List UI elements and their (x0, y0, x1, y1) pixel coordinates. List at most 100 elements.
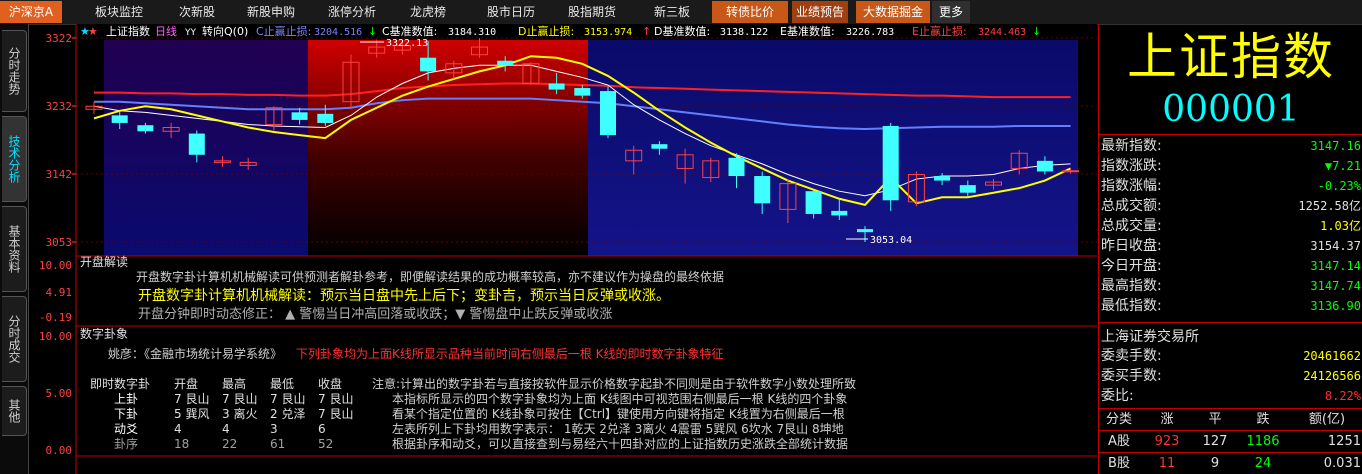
quote-row: 最高指数: 3147.74 (1099, 276, 1362, 296)
menu-item-calendar[interactable]: 股市日历 (476, 1, 546, 23)
gua-cell: 4 (222, 422, 230, 436)
candle-down (137, 125, 154, 132)
menu-item-dragon-tiger[interactable]: 龙虎榜 (396, 1, 460, 23)
tab-fundamentals[interactable]: 基本资料 (2, 206, 27, 292)
divider (1099, 452, 1362, 453)
quote-row: 昨日收盘: 3154.37 (1099, 236, 1362, 256)
top-menu-bar: 沪深京A 板块监控 次新股 新股申购 涨停分析 龙虎榜 股市日历 股指期货 新三… (0, 0, 1362, 25)
quote-label: 指数涨幅: (1101, 178, 1162, 194)
legend-yy: YY (184, 28, 196, 38)
tab-trades[interactable]: 分时成交 (2, 296, 27, 382)
tab-technical[interactable]: 技术分析 (2, 116, 27, 202)
breadth-header: 分类 涨 平 跌 额(亿) (1099, 410, 1362, 430)
breadth-cell: 923 (1154, 434, 1180, 449)
breadth-cell: 9 (1210, 456, 1220, 471)
menu-item-sector-monitor[interactable]: 板块监控 (84, 1, 154, 23)
candle-down (651, 144, 668, 149)
panel2-subtitle: 下列卦象均为上面K线所显示品种当前时间右侧最后一根 K线的即时数字卦象特征 (296, 346, 724, 361)
breadth-col: 涨 (1160, 412, 1174, 427)
arrow-down-icon: ↓ (1032, 25, 1041, 38)
legend-period: 日线 (155, 24, 177, 38)
legend-db-value: 3138.122 (720, 27, 768, 38)
menu-item-neeq[interactable]: 新三板 (640, 1, 704, 23)
candle-up (1062, 170, 1080, 173)
quote-label: 指数涨跌: (1101, 158, 1162, 174)
menu-item-convertible[interactable]: 转债比价 (712, 1, 788, 23)
arrow-up-icon: ↑ (642, 25, 651, 38)
y-tick-label: -0.19 (39, 311, 72, 324)
candle-down (882, 125, 899, 201)
legend-d-value: 3153.974 (584, 27, 632, 38)
menu-item-new-stocks[interactable]: 次新股 (162, 1, 232, 23)
order-label: 委比: (1101, 388, 1134, 404)
menu-item-market[interactable]: 沪深京A (0, 1, 62, 23)
panel1-title: 开盘解读 (80, 254, 128, 269)
order-row: 委买手数: 24126566 (1099, 366, 1362, 386)
gua-cell: 7 艮山 (270, 392, 305, 406)
gua-header: 最高 (222, 376, 246, 391)
y-tick-label: 3142 (46, 168, 73, 181)
menu-item-limit-up[interactable]: 涨停分析 (314, 1, 390, 23)
breadth-col: 额(亿) (1308, 412, 1346, 427)
gua-cell: 3 离火 (222, 406, 257, 421)
quote-label: 最低指数: (1101, 298, 1162, 314)
legend-c-value: 3204.516 (314, 27, 362, 38)
y-ticks (72, 37, 76, 243)
note-line: 注意:计算出的数字卦若与直接按软件显示价格数字起卦不同则是由于软件数字小数处理所… (372, 376, 856, 391)
quote-row: 最低指数: 3136.90 (1099, 296, 1362, 316)
menu-item-ipo[interactable]: 新股申购 (236, 1, 306, 23)
left-vertical-tabs: 分时走势 技术分析 基本资料 分时成交 其他 (0, 24, 29, 474)
order-label: 委买手数: (1101, 368, 1162, 384)
quote-value: 3147.14 (1310, 259, 1361, 273)
gua-header: 即时数字卦 (90, 376, 150, 391)
divider (1099, 430, 1362, 431)
divider (1099, 134, 1362, 135)
legend-d-label: D止赢止损: (518, 24, 574, 38)
candle-down (317, 113, 334, 123)
gua-header: 开盘 (174, 376, 198, 391)
legend-turn: 转向Q(0) (202, 24, 248, 38)
y-tick-label: 4.91 (46, 286, 73, 299)
candle-down (420, 57, 437, 72)
quote-label: 最高指数: (1101, 278, 1162, 294)
candle-down (111, 115, 128, 123)
tab-intraday[interactable]: 分时走势 (2, 30, 27, 112)
y-tick-label: 0.00 (46, 444, 73, 457)
quote-row: 总成交额: 1252.58亿 (1099, 196, 1362, 216)
gua-notes: 注意:计算出的数字卦若与直接按软件显示价格数字起卦不同则是由于软件数字小数处理所… (372, 376, 856, 451)
menu-item-big-data[interactable]: 大数据掘金 (856, 1, 930, 23)
breadth-cell: 24 (1254, 456, 1272, 471)
menu-item-futures[interactable]: 股指期货 (554, 1, 630, 23)
tab-other[interactable]: 其他 (2, 386, 27, 436)
gua-cell: 6 (318, 422, 326, 436)
gua-cell: 22 (222, 437, 237, 451)
menu-item-more[interactable]: 更多 (932, 1, 970, 23)
breadth-col: 分类 (1105, 412, 1132, 427)
quote-row: 总成交量: 1.03亿 (1099, 216, 1362, 236)
quote-label: 总成交量: (1101, 218, 1162, 234)
gua-cell: 7 艮山 (318, 392, 353, 406)
breadth-cell: 11 (1158, 456, 1176, 471)
y-tick-label: 10.00 (39, 330, 72, 343)
quote-panel: 上证指数 000001 最新指数: 3147.16 指数涨跌: ▼7.21 指数涨幅… (1098, 24, 1362, 474)
breadth-col: 跌 (1256, 412, 1270, 427)
quote-value: ▼7.21 (1324, 159, 1361, 173)
legend-cb-value: 3184.310 (448, 27, 496, 38)
legend-name: 上证指数 (106, 24, 150, 38)
panel1-fix: 开盘分钟即时动态修正： ▲ 警惕当日冲高回落或收跌；▼ 警惕盘中止跌反弹或收涨 (138, 306, 612, 322)
divider (1099, 408, 1362, 409)
index-name: 上证指数 (1127, 28, 1335, 86)
note-line: 根据卦序和动爻，可以直接查到与易经六十四卦对应的上证指数历史涨跌全部统计数据 (392, 436, 848, 451)
quote-label: 最新指数: (1101, 138, 1162, 154)
order-row: 委卖手数: 20461662 (1099, 346, 1362, 366)
gua-cell: 61 (270, 437, 285, 451)
note-line: 左表所列上下卦均用数字表示： 1乾天 2兑泽 3离火 4震雷 5巽风 6坎水 7… (392, 421, 844, 436)
breadth-row-a: A股 923 127 1186 1251 (1099, 432, 1362, 452)
candle-down (1036, 160, 1053, 172)
quote-row: 指数涨跌: ▼7.21 (1099, 156, 1362, 176)
arrow-down-icon: ↓ (368, 25, 377, 38)
kline-chart[interactable]: 3322 3232 3142 3053 10.00 4.91 -0.19 10.… (28, 24, 1098, 474)
y-tick-label: 3053 (46, 236, 73, 249)
menu-item-earnings[interactable]: 业绩预告 (792, 1, 848, 23)
gua-cell: 18 (174, 437, 189, 451)
